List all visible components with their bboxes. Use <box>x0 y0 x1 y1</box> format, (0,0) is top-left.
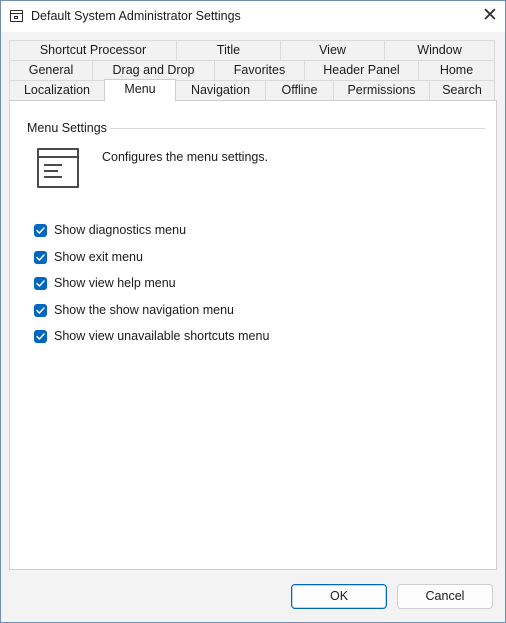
option-show-view-unavailable-shortcuts-menu[interactable]: Show view unavailable shortcuts menu <box>34 328 269 344</box>
cancel-button[interactable]: Cancel <box>397 584 493 609</box>
option-label: Show diagnostics menu <box>54 223 187 237</box>
option-show-diagnostics-menu[interactable]: Show diagnostics menu <box>34 222 186 238</box>
tab-header-panel[interactable]: Header Panel <box>304 60 419 81</box>
tab-general[interactable]: General <box>9 60 93 81</box>
tab-drag-and-drop[interactable]: Drag and Drop <box>92 60 215 81</box>
close-button[interactable]: ✕ <box>475 1 505 32</box>
group-divider <box>110 128 485 129</box>
tab-permissions[interactable]: Permissions <box>333 80 430 101</box>
tab-home[interactable]: Home <box>418 60 495 81</box>
option-show-navigation-menu[interactable]: Show the show navigation menu <box>34 302 234 318</box>
tab-title[interactable]: Title <box>176 40 281 61</box>
tab-navigation[interactable]: Navigation <box>175 80 266 101</box>
window-title: Default System Administrator Settings <box>31 9 241 23</box>
checkbox-checked-icon[interactable] <box>34 329 47 343</box>
menu-settings-panel: Menu Settings Configures the menu settin… <box>9 100 497 570</box>
settings-dialog: Default System Administrator Settings ✕ … <box>0 0 506 623</box>
option-show-exit-menu[interactable]: Show exit menu <box>34 249 143 265</box>
dialog-content: Shortcut Processor Title View Window Gen… <box>9 40 497 570</box>
checkbox-checked-icon[interactable] <box>34 276 47 290</box>
ok-button[interactable]: OK <box>291 584 387 609</box>
checkbox-checked-icon[interactable] <box>34 303 47 317</box>
title-bar: Default System Administrator Settings ✕ <box>1 1 505 32</box>
tab-view[interactable]: View <box>280 40 385 61</box>
group-label: Menu Settings <box>27 121 107 135</box>
app-window-icon <box>10 10 23 22</box>
tab-localization[interactable]: Localization <box>9 80 105 101</box>
option-label: Show view help menu <box>54 276 176 290</box>
option-show-view-help-menu[interactable]: Show view help menu <box>34 275 176 291</box>
menu-settings-icon <box>37 148 79 188</box>
tab-menu[interactable]: Menu <box>104 79 176 101</box>
tab-search[interactable]: Search <box>429 80 495 101</box>
tab-window[interactable]: Window <box>384 40 495 61</box>
option-label: Show view unavailable shortcuts menu <box>54 329 270 343</box>
option-label: Show the show navigation menu <box>54 303 234 317</box>
tab-favorites[interactable]: Favorites <box>214 60 305 81</box>
tab-offline[interactable]: Offline <box>265 80 334 101</box>
panel-description: Configures the menu settings. <box>102 150 269 164</box>
option-label: Show exit menu <box>54 250 143 264</box>
checkbox-checked-icon[interactable] <box>34 250 47 264</box>
tab-shortcut-processor[interactable]: Shortcut Processor <box>9 40 177 61</box>
checkbox-checked-icon[interactable] <box>34 223 47 237</box>
